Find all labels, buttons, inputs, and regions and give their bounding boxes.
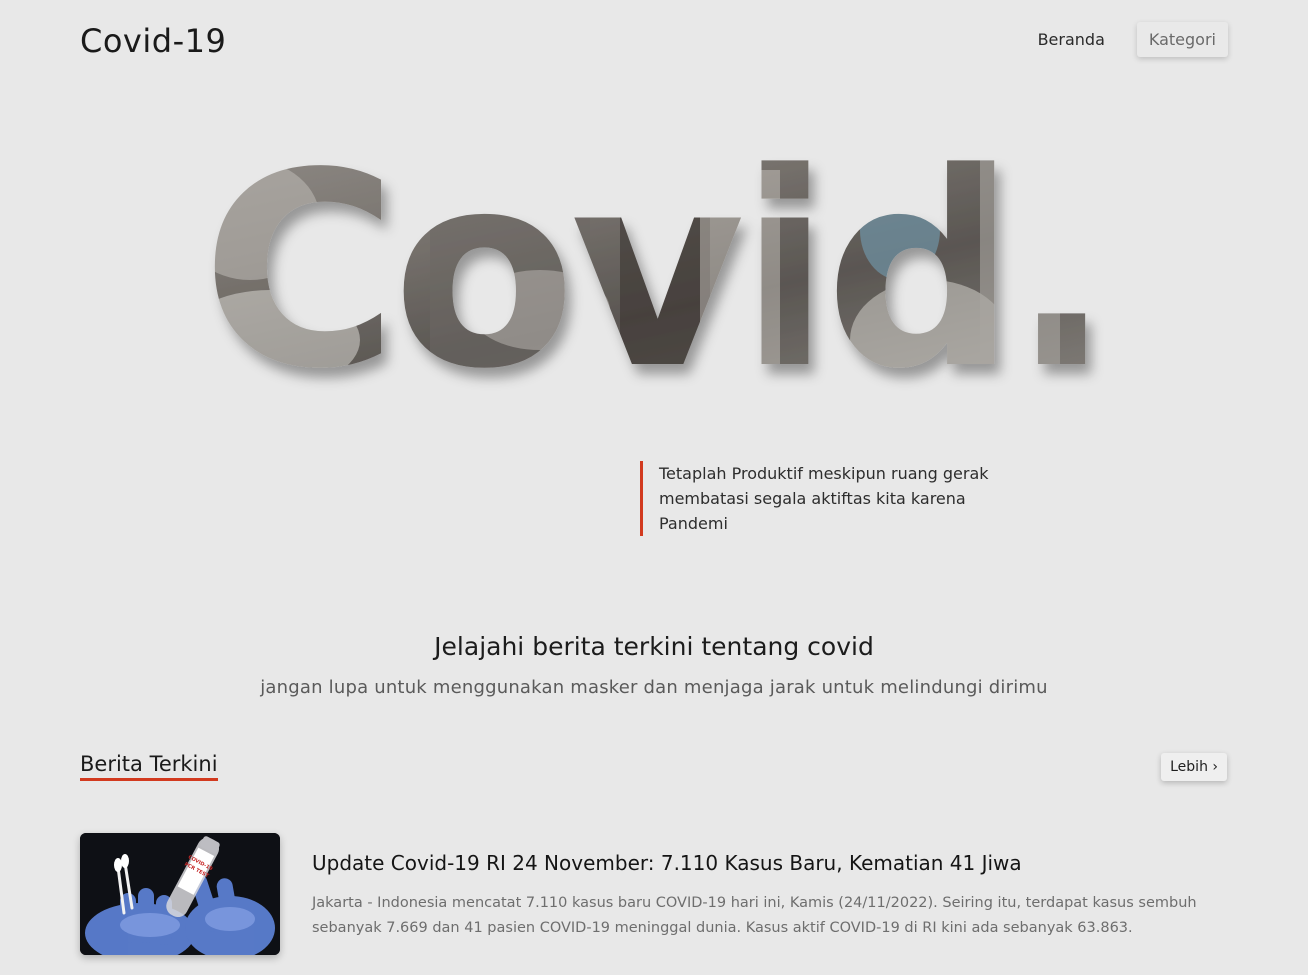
hero-word: Covid. <box>201 116 1106 400</box>
brand-logo[interactable]: Covid-19 <box>80 22 226 60</box>
news-excerpt: Jakarta - Indonesia mencatat 7.110 kasus… <box>312 895 1197 936</box>
more-button[interactable]: Lebih › <box>1161 753 1227 781</box>
pcr-test-image: COVID-19 PCR TEST <box>80 833 280 955</box>
nav-kategori[interactable]: Kategori <box>1136 22 1228 57</box>
nav-beranda[interactable]: Beranda <box>1026 22 1117 57</box>
news-thumbnail[interactable]: COVID-19 PCR TEST <box>80 833 280 955</box>
hero-quote: Tetaplah Produktif meskipun ruang gerak … <box>640 461 989 536</box>
main-nav: Beranda Kategori <box>1026 22 1228 57</box>
section-subheading: jangan lupa untuk menggunakan masker dan… <box>260 677 1048 698</box>
news-item[interactable]: COVID-19 PCR TEST Update Covid-19 RI 24 … <box>80 833 1228 955</box>
news-section-title: Berita Terkini <box>80 752 218 781</box>
page: Covid-19 Beranda Kategori Covid. Tetapla… <box>0 0 1308 975</box>
hero-image-text: Covid. <box>201 116 1112 400</box>
hero-banner: Covid. <box>0 110 1308 400</box>
section-heading: Jelajahi berita terkini tentang covid <box>434 632 874 661</box>
news-headline[interactable]: Update Covid-19 RI 24 November: 7.110 Ka… <box>312 851 1022 875</box>
